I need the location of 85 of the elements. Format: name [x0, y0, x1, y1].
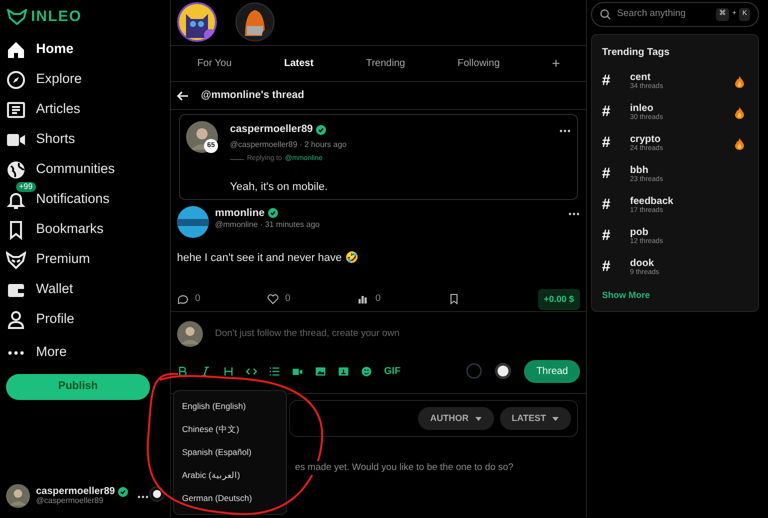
more-options-icon[interactable] — [568, 212, 580, 216]
thread-title: @mmonline's thread — [201, 88, 304, 103]
comment-icon[interactable] — [177, 293, 189, 306]
hashtag-symbol: # — [602, 257, 612, 278]
nav-item[interactable]: Premium — [6, 244, 170, 274]
nav-item[interactable]: Communities — [6, 154, 170, 184]
list-icon[interactable] — [269, 366, 280, 376]
nav-item[interactable]: Shorts — [6, 124, 170, 154]
filter-dropdown[interactable]: LATEST — [500, 406, 571, 430]
nav-item[interactable]: Bookmarks — [6, 214, 170, 244]
bookmark-icon[interactable] — [448, 293, 460, 306]
more-options-icon[interactable] — [559, 128, 571, 133]
compass-icon — [6, 70, 26, 90]
code-icon[interactable] — [246, 366, 257, 376]
heart-icon[interactable] — [267, 293, 280, 306]
show-more-link[interactable]: Show More — [602, 289, 750, 302]
reply-text: Yeah, it's on mobile. — [230, 180, 329, 194]
cat-avatar — [177, 2, 217, 42]
post-text: hehe I can't see it and never have 🤣 — [177, 250, 360, 266]
newspaper-icon — [6, 100, 26, 120]
language-option[interactable]: Chinese (中文) — [174, 418, 286, 441]
empty-message: es made yet. Would you like to be the one to do so? — [295, 461, 514, 476]
author-name: mmonline — [215, 206, 265, 220]
fox-logo-icon — [6, 9, 28, 26]
language-option[interactable]: German (Deutsch) — [174, 487, 286, 510]
hashtag-symbol: # — [602, 133, 612, 154]
progress-ring-icon — [466, 363, 482, 379]
feed-tab[interactable]: For You — [171, 56, 258, 71]
language-option[interactable]: English (English) — [174, 395, 286, 418]
hashtag-symbol: # — [602, 164, 612, 184]
hashtag-symbol: # — [602, 71, 612, 92]
logo-text: INLEO — [31, 7, 82, 27]
caret-icon — [474, 416, 482, 420]
hashtag-symbol: # — [602, 195, 612, 216]
thread-button[interactable]: Thread — [524, 360, 580, 382]
post-meta: @mmonline · 31 minutes ago — [215, 220, 321, 230]
avatar — [177, 321, 203, 347]
nav-item[interactable]: Home — [6, 34, 170, 64]
feed-tab[interactable]: Following — [431, 56, 526, 71]
avatar — [6, 484, 30, 508]
account-name: caspermoeller89 — [36, 486, 115, 498]
nav-item[interactable]: Profile — [6, 304, 170, 334]
more-icon — [6, 350, 26, 354]
language-option[interactable]: Arabic (العربية) — [174, 464, 286, 487]
feed-tab[interactable]: Latest — [258, 56, 340, 71]
publish-button[interactable]: Publish — [6, 374, 150, 400]
user-icon — [6, 310, 26, 330]
fox-icon — [6, 250, 26, 270]
hashtag-symbol: # — [602, 102, 612, 122]
caret-icon — [552, 416, 559, 420]
nav-item[interactable]: Articles — [6, 94, 170, 124]
bold-icon[interactable] — [177, 366, 188, 376]
emoji-icon[interactable] — [361, 366, 372, 376]
add-tab-button[interactable]: + — [526, 53, 586, 74]
post-meta: @caspermoeller89 · 2 hours ago — [230, 139, 348, 151]
filter-dropdown[interactable]: AUTHOR — [418, 406, 494, 430]
nav-item[interactable]: More — [6, 338, 170, 368]
gif-button[interactable]: GIF — [384, 364, 401, 378]
language-option[interactable]: Spanish (Español) — [174, 441, 286, 464]
more-options-icon[interactable] — [136, 494, 149, 499]
stat-count: 0 — [285, 292, 290, 306]
italic-icon[interactable] — [200, 366, 211, 376]
logo-avatar — [177, 206, 209, 238]
feed-tab[interactable]: Trending — [340, 56, 432, 71]
author-name: caspermoeller89 — [230, 122, 313, 138]
payout-badge: +0.00 $ — [538, 288, 580, 310]
composer-field[interactable]: Don't just follow the thread, create your own — [215, 326, 400, 342]
nav-item[interactable]: Explore — [6, 64, 170, 94]
search-icon — [600, 9, 611, 20]
search-field[interactable]: Search anything — [617, 7, 686, 22]
nav-item[interactable]: +99 Notifications — [6, 184, 170, 214]
back-arrow-icon[interactable] — [177, 90, 189, 100]
image-icon[interactable] — [315, 366, 326, 376]
hacker-avatar — [235, 2, 275, 42]
card-title: Trending Tags — [602, 46, 671, 60]
image-upload-icon[interactable] — [338, 366, 349, 376]
bar-chart-icon[interactable] — [357, 293, 370, 306]
stat-count: 0 — [375, 292, 381, 306]
nav-item[interactable]: Wallet — [6, 274, 170, 304]
notification-badge: +99 — [16, 182, 36, 192]
hashtag-symbol: # — [602, 226, 612, 246]
heading-icon[interactable] — [223, 366, 234, 376]
account-handle: @caspermoeller89 — [36, 497, 104, 506]
stat-count: 0 — [195, 292, 200, 306]
home-icon — [6, 40, 26, 60]
